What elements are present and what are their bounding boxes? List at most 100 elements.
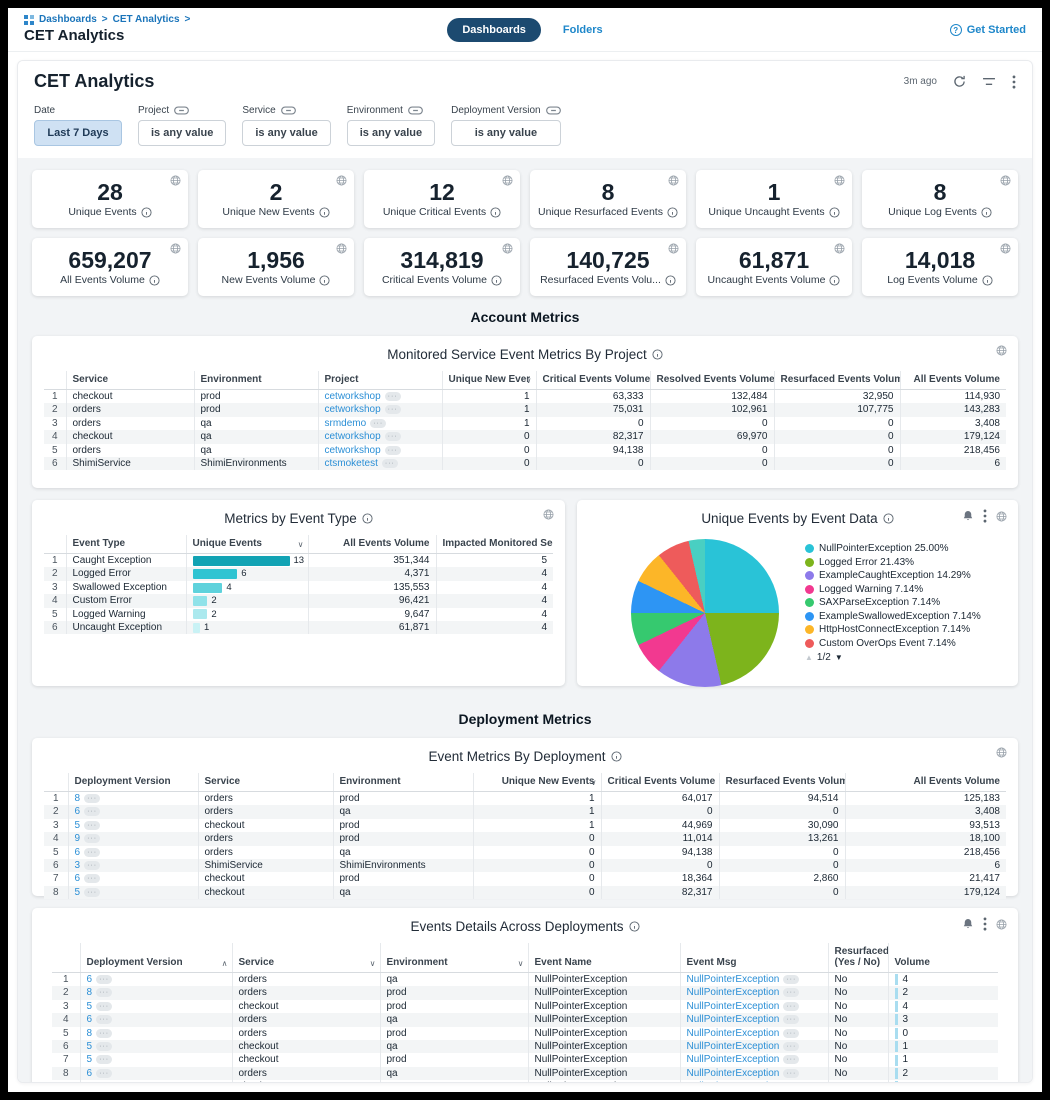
info-icon[interactable] bbox=[319, 275, 330, 286]
cell-link[interactable]: 6 bbox=[87, 974, 93, 985]
more-menu-icon[interactable]: ··· bbox=[783, 975, 799, 984]
info-icon[interactable] bbox=[829, 275, 840, 286]
info-icon[interactable] bbox=[982, 275, 993, 286]
more-menu-icon[interactable]: ··· bbox=[96, 1042, 112, 1051]
more-menu-icon[interactable]: ··· bbox=[84, 888, 100, 897]
cell-link[interactable]: NullPointerException bbox=[687, 1054, 780, 1065]
filter-value-button[interactable]: is any value bbox=[242, 120, 330, 146]
globe-icon[interactable] bbox=[834, 243, 845, 254]
legend-page-up-icon[interactable]: ▲ bbox=[805, 653, 813, 662]
filter-value-button[interactable]: is any value bbox=[451, 120, 561, 146]
more-menu-icon[interactable]: ··· bbox=[84, 874, 100, 883]
cell-link[interactable]: 6 bbox=[75, 873, 81, 884]
more-menu-icon[interactable]: ··· bbox=[370, 419, 386, 428]
pie-chart[interactable] bbox=[631, 539, 779, 687]
sort-down-icon[interactable]: ∨ bbox=[526, 376, 532, 385]
more-menu-icon[interactable]: ··· bbox=[96, 988, 112, 997]
legend-item[interactable]: Logged Error 21.43% bbox=[805, 557, 987, 569]
cell-link[interactable]: NullPointerException bbox=[687, 1041, 780, 1052]
get-started-button[interactable]: ? Get Started bbox=[950, 24, 1026, 36]
cell-link[interactable]: 8 bbox=[75, 793, 81, 804]
kebab-menu-icon[interactable] bbox=[1012, 75, 1016, 89]
legend-item[interactable]: ExampleSwallowedException 7.14% bbox=[805, 611, 987, 623]
filter-value-button[interactable]: Last 7 Days bbox=[34, 120, 122, 146]
link-icon[interactable] bbox=[281, 106, 296, 115]
cell-link[interactable]: NullPointerException bbox=[687, 1081, 780, 1083]
cell-link[interactable]: cetworkshop bbox=[325, 431, 381, 442]
legend-item[interactable]: ExampleCaughtException 14.29% bbox=[805, 570, 987, 582]
more-menu-icon[interactable]: ··· bbox=[84, 807, 100, 816]
kebab-menu-icon[interactable] bbox=[983, 917, 987, 931]
globe-icon[interactable] bbox=[336, 243, 347, 254]
more-menu-icon[interactable]: ··· bbox=[783, 1082, 799, 1083]
sort-down-icon[interactable]: ∨ bbox=[518, 959, 524, 968]
cell-link[interactable]: 5 bbox=[87, 1054, 93, 1065]
globe-icon[interactable] bbox=[170, 243, 181, 254]
globe-icon[interactable] bbox=[1000, 175, 1011, 186]
globe-icon[interactable] bbox=[336, 175, 347, 186]
cell-link[interactable]: 6 bbox=[87, 1068, 93, 1079]
refresh-icon[interactable] bbox=[953, 75, 966, 88]
globe-icon[interactable] bbox=[170, 175, 181, 186]
globe-icon[interactable] bbox=[543, 509, 554, 520]
globe-icon[interactable] bbox=[996, 511, 1007, 522]
sort-down-icon[interactable]: ∨ bbox=[370, 959, 376, 968]
filter-value-button[interactable]: is any value bbox=[347, 120, 435, 146]
bell-icon[interactable] bbox=[962, 918, 974, 930]
cell-link[interactable]: 5 bbox=[75, 820, 81, 831]
filter-value-button[interactable]: is any value bbox=[138, 120, 226, 146]
info-icon[interactable] bbox=[981, 207, 992, 218]
info-icon[interactable] bbox=[149, 275, 160, 286]
globe-icon[interactable] bbox=[668, 175, 679, 186]
sort-down-icon[interactable]: ∨ bbox=[591, 778, 597, 787]
cell-link[interactable]: 8 bbox=[87, 1028, 93, 1039]
info-icon[interactable] bbox=[829, 207, 840, 218]
cell-link[interactable]: 3 bbox=[75, 860, 81, 871]
sort-down-icon[interactable]: ∨ bbox=[298, 540, 304, 549]
legend-item[interactable]: Custom OverOps Event 7.14% bbox=[805, 638, 987, 650]
more-menu-icon[interactable]: ··· bbox=[385, 446, 401, 455]
cell-link[interactable]: 6 bbox=[75, 806, 81, 817]
filter-icon[interactable] bbox=[982, 77, 996, 86]
cell-link[interactable]: NullPointerException bbox=[687, 987, 780, 998]
cell-link[interactable]: NullPointerException bbox=[687, 1014, 780, 1025]
more-menu-icon[interactable]: ··· bbox=[783, 1069, 799, 1078]
more-menu-icon[interactable]: ··· bbox=[84, 834, 100, 843]
more-menu-icon[interactable]: ··· bbox=[84, 848, 100, 857]
cell-link[interactable]: cetworkshop bbox=[325, 391, 381, 402]
cell-link[interactable]: cetworkshop bbox=[325, 404, 381, 415]
more-menu-icon[interactable]: ··· bbox=[382, 459, 398, 468]
info-icon[interactable] bbox=[362, 513, 373, 524]
globe-icon[interactable] bbox=[668, 243, 679, 254]
more-menu-icon[interactable]: ··· bbox=[96, 1002, 112, 1011]
cell-link[interactable]: 9 bbox=[75, 833, 81, 844]
more-menu-icon[interactable]: ··· bbox=[96, 1015, 112, 1024]
globe-icon[interactable] bbox=[996, 747, 1007, 758]
breadcrumb-dashboards[interactable]: Dashboards bbox=[39, 14, 97, 25]
link-icon[interactable] bbox=[546, 106, 561, 115]
more-menu-icon[interactable]: ··· bbox=[96, 1082, 112, 1083]
more-menu-icon[interactable]: ··· bbox=[96, 1055, 112, 1064]
info-icon[interactable] bbox=[319, 207, 330, 218]
legend-item[interactable]: NullPointerException 25.00% bbox=[805, 543, 987, 555]
bell-icon[interactable] bbox=[962, 510, 974, 522]
cell-link[interactable]: 6 bbox=[75, 847, 81, 858]
more-menu-icon[interactable]: ··· bbox=[84, 794, 100, 803]
cell-link[interactable]: NullPointerException bbox=[687, 1001, 780, 1012]
cell-link[interactable]: cetworkshop bbox=[325, 445, 381, 456]
legend-item[interactable]: Logged Warning 7.14% bbox=[805, 584, 987, 596]
info-icon[interactable] bbox=[611, 751, 622, 762]
cell-link[interactable]: NullPointerException bbox=[687, 974, 780, 985]
more-menu-icon[interactable]: ··· bbox=[96, 1069, 112, 1078]
globe-icon[interactable] bbox=[502, 243, 513, 254]
cell-link[interactable]: ctsmoketest bbox=[325, 458, 378, 469]
more-menu-icon[interactable]: ··· bbox=[783, 1029, 799, 1038]
info-icon[interactable] bbox=[652, 349, 663, 360]
globe-icon[interactable] bbox=[1000, 243, 1011, 254]
more-menu-icon[interactable]: ··· bbox=[783, 1042, 799, 1051]
more-menu-icon[interactable]: ··· bbox=[385, 432, 401, 441]
info-icon[interactable] bbox=[491, 275, 502, 286]
info-icon[interactable] bbox=[141, 207, 152, 218]
legend-page-down-icon[interactable]: ▼ bbox=[835, 653, 843, 662]
more-menu-icon[interactable]: ··· bbox=[783, 1015, 799, 1024]
